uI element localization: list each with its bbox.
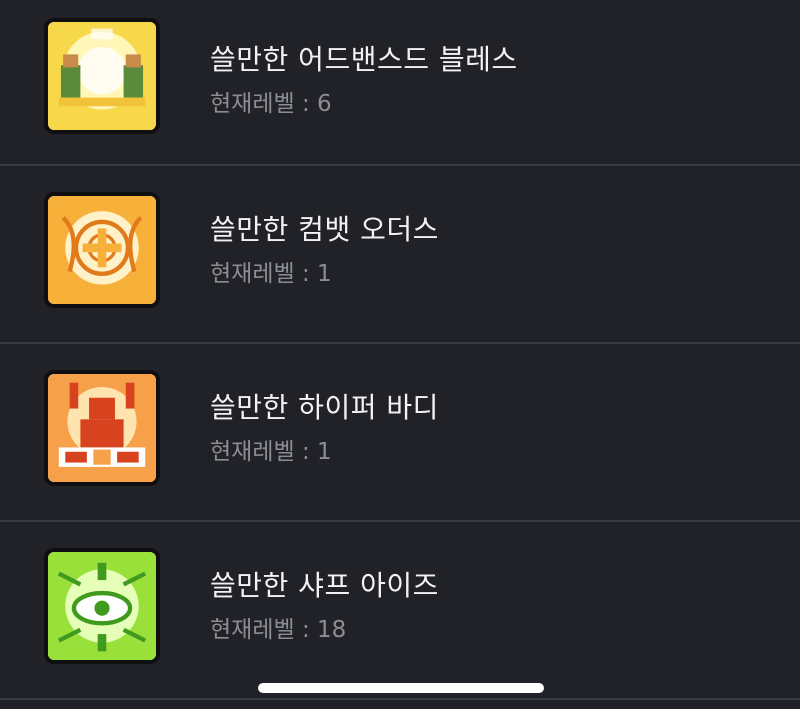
skill-name: 쓸만한 컴뱃 오더스 [210, 213, 439, 246]
combat-orders-icon [44, 192, 160, 308]
skill-level: 현재레벨 : 1 [210, 439, 332, 465]
list-item[interactable]: 쓸만한 하이퍼 바디 현재레벨 : 1 [0, 344, 800, 522]
list-item[interactable]: 쓸만한 어드밴스드 블레스 현재레벨 : 6 [0, 0, 800, 166]
list-item[interactable]: 쓸만한 샤프 아이즈 현재레벨 : 18 [0, 522, 800, 700]
advanced-bless-icon [44, 18, 160, 134]
home-indicator[interactable] [258, 683, 544, 693]
list-item[interactable]: 쓸만한 컴뱃 오더스 현재레벨 : 1 [0, 166, 800, 344]
skill-name: 쓸만한 샤프 아이즈 [210, 569, 439, 602]
skill-name: 쓸만한 어드밴스드 블레스 [210, 43, 518, 76]
skill-level: 현재레벨 : 1 [210, 261, 332, 287]
skill-list: 쓸만한 어드밴스드 블레스 현재레벨 : 6 쓸만한 컴뱃 오더스 현재레벨 :… [0, 0, 800, 700]
skill-level: 현재레벨 : 6 [210, 91, 332, 117]
hyper-body-icon [44, 370, 160, 486]
sharp-eyes-icon [44, 548, 160, 664]
skill-level: 현재레벨 : 18 [210, 617, 347, 643]
skill-name: 쓸만한 하이퍼 바디 [210, 391, 439, 424]
